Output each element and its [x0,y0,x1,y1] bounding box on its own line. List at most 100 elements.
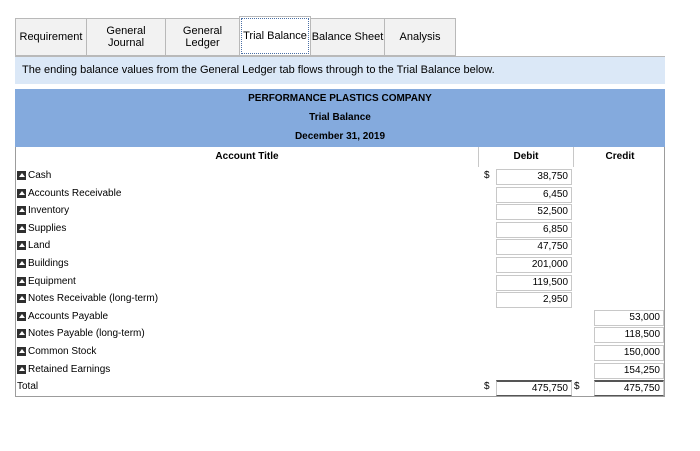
debit-input[interactable]: 47,750 [496,239,572,256]
dropdown-arrow-icon[interactable] [17,223,26,233]
total-debit-cell: 475,750 [496,380,572,396]
table-row: Equipment 119,500 [16,274,664,292]
total-row: Total $ 475,750 $ 475,750 [16,379,664,397]
column-header-account-title: Account Title [215,151,279,162]
debit-input[interactable] [496,327,572,344]
account-title: Common Stock [28,346,97,357]
credit-input[interactable]: 53,000 [594,309,664,326]
dropdown-arrow-icon[interactable] [17,364,26,374]
credit-input[interactable] [594,239,664,256]
tab-label: Requirement [19,31,83,43]
instruction-text: The ending balance values from the Gener… [15,57,665,84]
table-row: Common Stock 150,000 [16,344,664,362]
dropdown-arrow-icon[interactable] [17,294,26,304]
total-credit-cell: 475,750 [594,380,664,396]
account-select[interactable]: Accounts Payable [16,311,108,322]
debit-input[interactable]: 119,500 [496,274,572,291]
tab-label: General Journal [106,25,146,49]
debit-input[interactable] [496,345,572,361]
account-select[interactable]: Accounts Receivable [16,188,121,199]
tab-trial-balance[interactable]: Trial Balance [239,16,311,56]
account-title: Cash [28,170,52,181]
dropdown-arrow-icon[interactable] [17,188,26,198]
company-name: PERFORMANCE PLASTICS COMPANY [248,93,432,104]
tab-label: Balance Sheet [311,31,384,43]
account-select[interactable]: Cash [16,170,51,181]
dropdown-arrow-icon[interactable] [17,206,26,216]
dropdown-arrow-icon[interactable] [17,329,26,339]
table-row: Accounts Receivable 6,450 [16,186,664,204]
report-date: December 31, 2019 [294,131,386,142]
account-title: Supplies [28,222,67,234]
credit-input[interactable] [594,186,664,203]
tab-requirement[interactable]: Requirement [15,18,87,56]
debit-input[interactable] [496,362,572,379]
report-title: Trial Balance [309,112,371,123]
debit-input[interactable] [496,309,572,326]
credit-input[interactable] [594,204,664,221]
dropdown-arrow-icon[interactable] [17,311,26,321]
account-select[interactable]: Common Stock [16,346,96,357]
account-title: Buildings [28,258,69,269]
dropdown-arrow-icon[interactable] [17,259,26,268]
tab-balance-sheet[interactable]: Balance Sheet [310,18,385,56]
tab-analysis[interactable]: Analysis [384,18,456,56]
total-credit-dollar-sign: $ [574,381,580,392]
account-title: Accounts Payable [28,310,109,322]
account-title: Notes Payable (long-term) [28,328,145,340]
account-select[interactable]: Notes Receivable (long-term) [16,293,158,304]
dropdown-arrow-icon[interactable] [17,171,26,180]
account-title: Accounts Receivable [28,187,122,199]
credit-input[interactable] [594,221,664,238]
debit-input[interactable]: 6,450 [496,186,572,203]
report-heading: PERFORMANCE PLASTICS COMPANY Trial Balan… [15,89,665,147]
tab-label: Trial Balance [243,30,307,42]
account-title: Equipment [28,275,76,287]
tab-general-journal[interactable]: General Journal [86,18,166,56]
table-row: Inventory 52,500 [16,203,664,221]
debit-input[interactable]: 2,950 [496,292,572,309]
debit-dollar-sign: $ [484,170,490,181]
trial-balance-table: Account Title Debit Credit Cash $38,750 Ac… [15,147,665,397]
table-row: Supplies 6,850 [16,221,664,239]
credit-input[interactable]: 154,250 [594,362,664,379]
total-debit-dollar-sign: $ [484,381,490,392]
credit-input[interactable]: 118,500 [594,327,664,344]
tab-bar: Requirement General Journal General Ledg… [15,16,456,56]
account-title: Retained Earnings [28,363,111,375]
account-title: Land [28,240,51,252]
table-row: Notes Payable (long-term) 118,500 [16,326,664,344]
debit-input[interactable]: 201,000 [496,257,572,273]
tab-label: Analysis [399,31,441,43]
tab-general-ledger[interactable]: General Ledger [165,18,240,56]
total-label: Total [17,381,39,392]
table-row: Retained Earnings 154,250 [16,362,664,380]
credit-input[interactable] [594,169,664,185]
table-row: Notes Receivable (long-term) 2,950 [16,291,664,309]
dropdown-arrow-icon[interactable] [17,347,26,356]
debit-input[interactable]: 52,500 [496,204,572,221]
account-select[interactable]: Land [16,240,50,251]
account-select[interactable]: Supplies [16,223,66,234]
debit-input[interactable]: 6,850 [496,221,572,238]
column-header-credit: Credit [573,147,666,167]
account-select[interactable]: Buildings [16,258,69,269]
table-row: Accounts Payable 53,000 [16,309,664,327]
tab-label: General Ledger [182,25,223,49]
account-select[interactable]: Notes Payable (long-term) [16,328,145,339]
credit-input[interactable] [594,257,664,273]
dropdown-arrow-icon[interactable] [17,241,26,251]
table-row: Buildings 201,000 [16,256,664,274]
table-row: Cash $38,750 [16,168,664,186]
debit-input[interactable]: 38,750 [496,169,572,185]
credit-input[interactable] [594,274,664,291]
credit-input[interactable] [594,292,664,309]
credit-input[interactable]: 150,000 [594,345,664,361]
account-title: Inventory [28,205,70,217]
account-title: Notes Receivable (long-term) [28,293,159,305]
dropdown-arrow-icon[interactable] [17,276,26,286]
table-row: Land 47,750 [16,238,664,256]
account-select[interactable]: Inventory [16,205,69,216]
account-select[interactable]: Equipment [16,276,76,287]
account-select[interactable]: Retained Earnings [16,364,110,375]
